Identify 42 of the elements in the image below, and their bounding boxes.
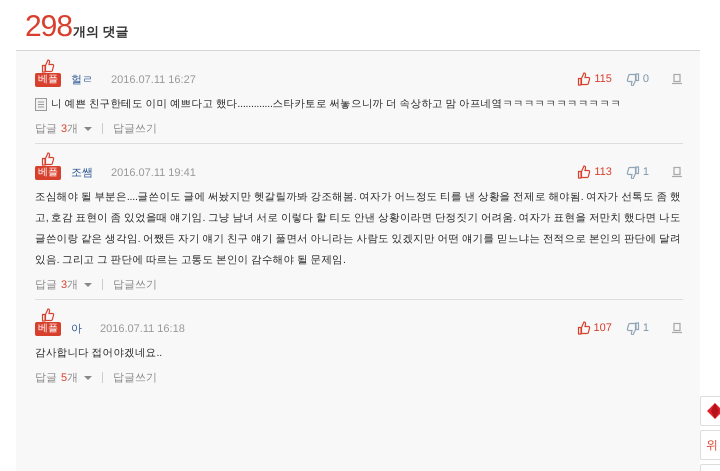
comment-date: 2016.07.11 16:27 (111, 73, 196, 87)
replies-toggle[interactable]: 답글 5개 (35, 370, 92, 385)
thumbs-down-icon (626, 165, 640, 179)
author-link[interactable]: 아 (71, 322, 82, 336)
best-badge: 베플 (35, 322, 61, 336)
replies-toggle[interactable]: 답글 3개 (35, 277, 92, 292)
like-button[interactable]: 115 (577, 72, 612, 86)
author-link[interactable]: 조쌤 (71, 166, 93, 180)
write-reply-link[interactable]: 답글쓰기 (113, 277, 158, 292)
author-link[interactable]: 헐ㄹ (71, 73, 93, 87)
dislike-button[interactable]: 1 (626, 321, 649, 335)
dislike-button[interactable]: 0 (626, 72, 649, 86)
like-button[interactable]: 107 (576, 321, 612, 335)
gem-icon (706, 402, 720, 420)
gem-button[interactable] (700, 396, 720, 426)
thumbs-up-icon (577, 72, 592, 86)
comment-count-label: 개의 댓글 (73, 23, 129, 41)
best-badge: 베플 (35, 166, 61, 180)
best-badge: 베플 (35, 73, 61, 87)
thumbs-up-icon (41, 152, 55, 166)
thumbs-up-icon (577, 165, 592, 179)
replies-toggle[interactable]: 답글 3개 (35, 121, 92, 136)
thumbs-up-icon (576, 321, 591, 335)
comment-date: 2016.07.11 19:41 (111, 166, 196, 180)
thumbs-up-icon (41, 59, 55, 73)
thumbs-down-icon (626, 72, 640, 86)
memo-icon (35, 98, 47, 111)
write-reply-link[interactable]: 답글쓰기 (113, 121, 158, 136)
dislike-button[interactable]: 1 (626, 165, 649, 179)
like-button[interactable]: 113 (577, 165, 612, 179)
report-icon[interactable] (671, 166, 683, 178)
report-icon[interactable] (671, 322, 683, 334)
scroll-top-button[interactable]: 위 (700, 430, 720, 460)
thumbs-down-icon (626, 321, 640, 335)
comment-date: 2016.07.11 16:18 (100, 322, 185, 336)
write-reply-link[interactable]: 답글쓰기 (113, 370, 158, 385)
thumbs-up-icon (41, 308, 55, 322)
comment-text: 감사합니다 접어야겠네요.. (35, 346, 162, 361)
comment-text: 조심해야 될 부분은....글쓴이도 글에 써놨지만 헷갈릴까봐 강조해봄. 여자가 어느정도 티를 낸 상황을 전제로 해야됨. 여자가 선톡도 좀 했고, 호감 표현이 좀 있었을때 얘기임. 그냥 남녀 서로 이렇다 할 티도 안낸 상황이라면 단정짓기 어려움. 여자가 표현을 저만치 했다면 나도 글쓴이랑 같은 생각임. 어쨌든 자기 얘기 친구 얘기 풀면서 아니라는 사람도 있겠지만 어떤 얘기를 믿느냐는 전적으로 본인의 판단에 달려있음. 그리고 그 판단에 따르는 고통도 본인이 감수해야 될 문제임. (35, 190, 682, 268)
comment-count: 298 (25, 12, 72, 42)
comment-text: 니 예쁜 친구한테도 이미 예쁘다고 했다.............스타카토로 써놓으니까 더 속상하고 맘 아프네옄ㅋㅋㅋㅋㅋㅋㅋㅋㅋㅋㅋ (51, 97, 622, 112)
report-icon[interactable] (671, 73, 683, 85)
